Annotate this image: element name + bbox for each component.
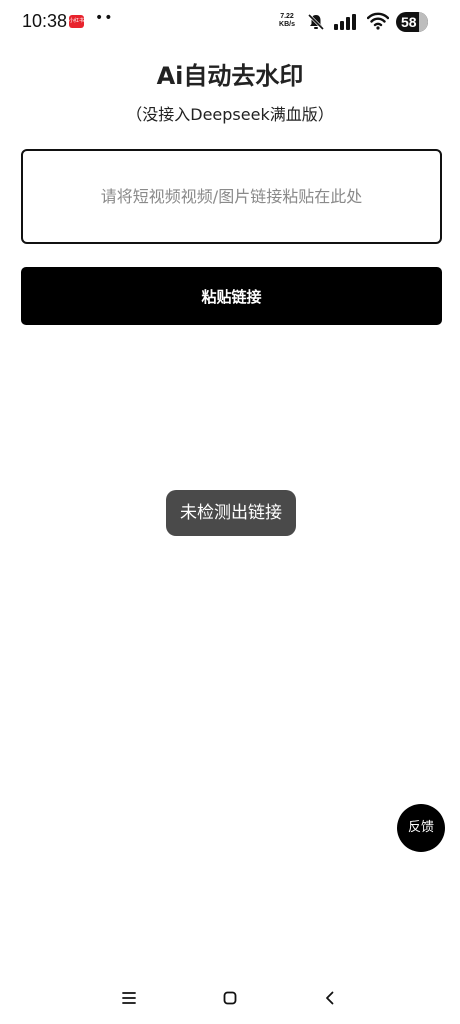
battery-level: 58: [401, 14, 417, 30]
system-nav-bar: [0, 978, 460, 1018]
signal-icon: [334, 14, 356, 30]
battery-icon: 58: [396, 12, 428, 32]
more-notifications-indicator: ••: [95, 10, 114, 26]
back-icon[interactable]: [322, 990, 338, 1006]
page-subtitle: （没接入Deepseek满血版）: [126, 105, 334, 124]
bell-muted-icon: [307, 13, 325, 31]
paste-link-button[interactable]: 粘贴链接: [21, 267, 442, 325]
menu-icon[interactable]: [120, 990, 138, 1006]
network-speed-value: 7.22: [280, 13, 294, 20]
page-title: Ai自动去水印: [156, 62, 304, 90]
feedback-button[interactable]: 反馈: [397, 804, 445, 852]
network-speed: 7.22 KB/s: [276, 13, 298, 29]
status-bar: 10:38 小红书 •• 7.22 KB/s 58: [0, 0, 460, 44]
wifi-icon: [367, 12, 389, 30]
network-speed-unit: KB/s: [279, 21, 295, 28]
link-input[interactable]: [21, 149, 442, 244]
home-icon[interactable]: [222, 990, 238, 1006]
toast-message: 未检测出链接: [166, 490, 296, 536]
app-notification-icon: 小红书: [69, 15, 84, 28]
status-time: 10:38: [22, 11, 68, 31]
